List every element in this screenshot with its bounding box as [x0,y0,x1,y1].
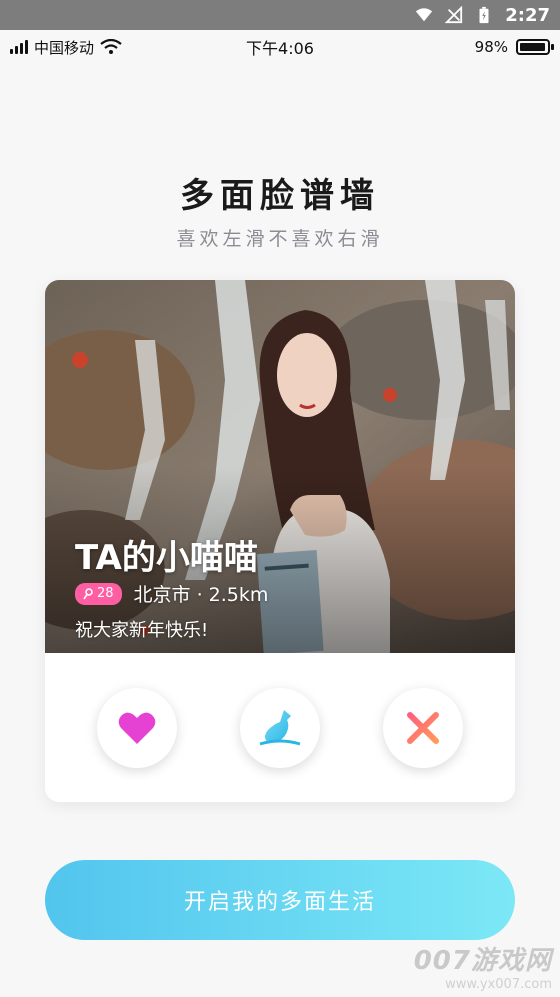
heart-icon [118,712,155,744]
watermark-url: www.yx007.com [445,977,552,992]
age-badge: 28 [75,582,122,605]
profile-name: TA的小喵喵 [75,538,258,578]
watermark-brand: 007游戏网 [413,946,552,976]
close-icon [407,711,440,744]
profile-photo: TA的小喵喵 28 北京市 · 2.5km 祝大家新年快乐! [45,280,515,653]
like-button[interactable] [96,687,177,768]
age-label: 28 [97,586,114,601]
no-signal-icon [445,6,463,24]
system-status-bar: 2:27 [0,0,560,30]
battery-percent: 98% [474,38,508,56]
location-label: 北京市 · 2.5km [133,584,269,606]
system-time: 2:27 [505,4,550,26]
start-button[interactable]: 开启我的多面生活 [45,860,515,940]
wifi-icon [416,8,433,22]
profile-card[interactable]: TA的小喵喵 28 北京市 · 2.5km 祝大家新年快乐! [45,280,515,802]
battery-icon [516,39,554,55]
bottle-button[interactable] [239,687,320,768]
battery-charging-icon [479,6,489,24]
status-bar: 中国移动 下午4:06 98% [0,30,560,64]
profile-bio: 祝大家新年快乐! [75,620,209,641]
dislike-button[interactable] [383,687,464,768]
action-bar [45,653,515,802]
female-icon [83,587,93,599]
page-title: 多面脸谱墙 [180,176,380,216]
page-subtitle: 喜欢左滑不喜欢右滑 [176,228,384,250]
status-time: 下午4:06 [246,39,314,58]
watermark: 007游戏网 www.yx007.com [414,940,552,992]
bottle-icon [259,709,301,745]
